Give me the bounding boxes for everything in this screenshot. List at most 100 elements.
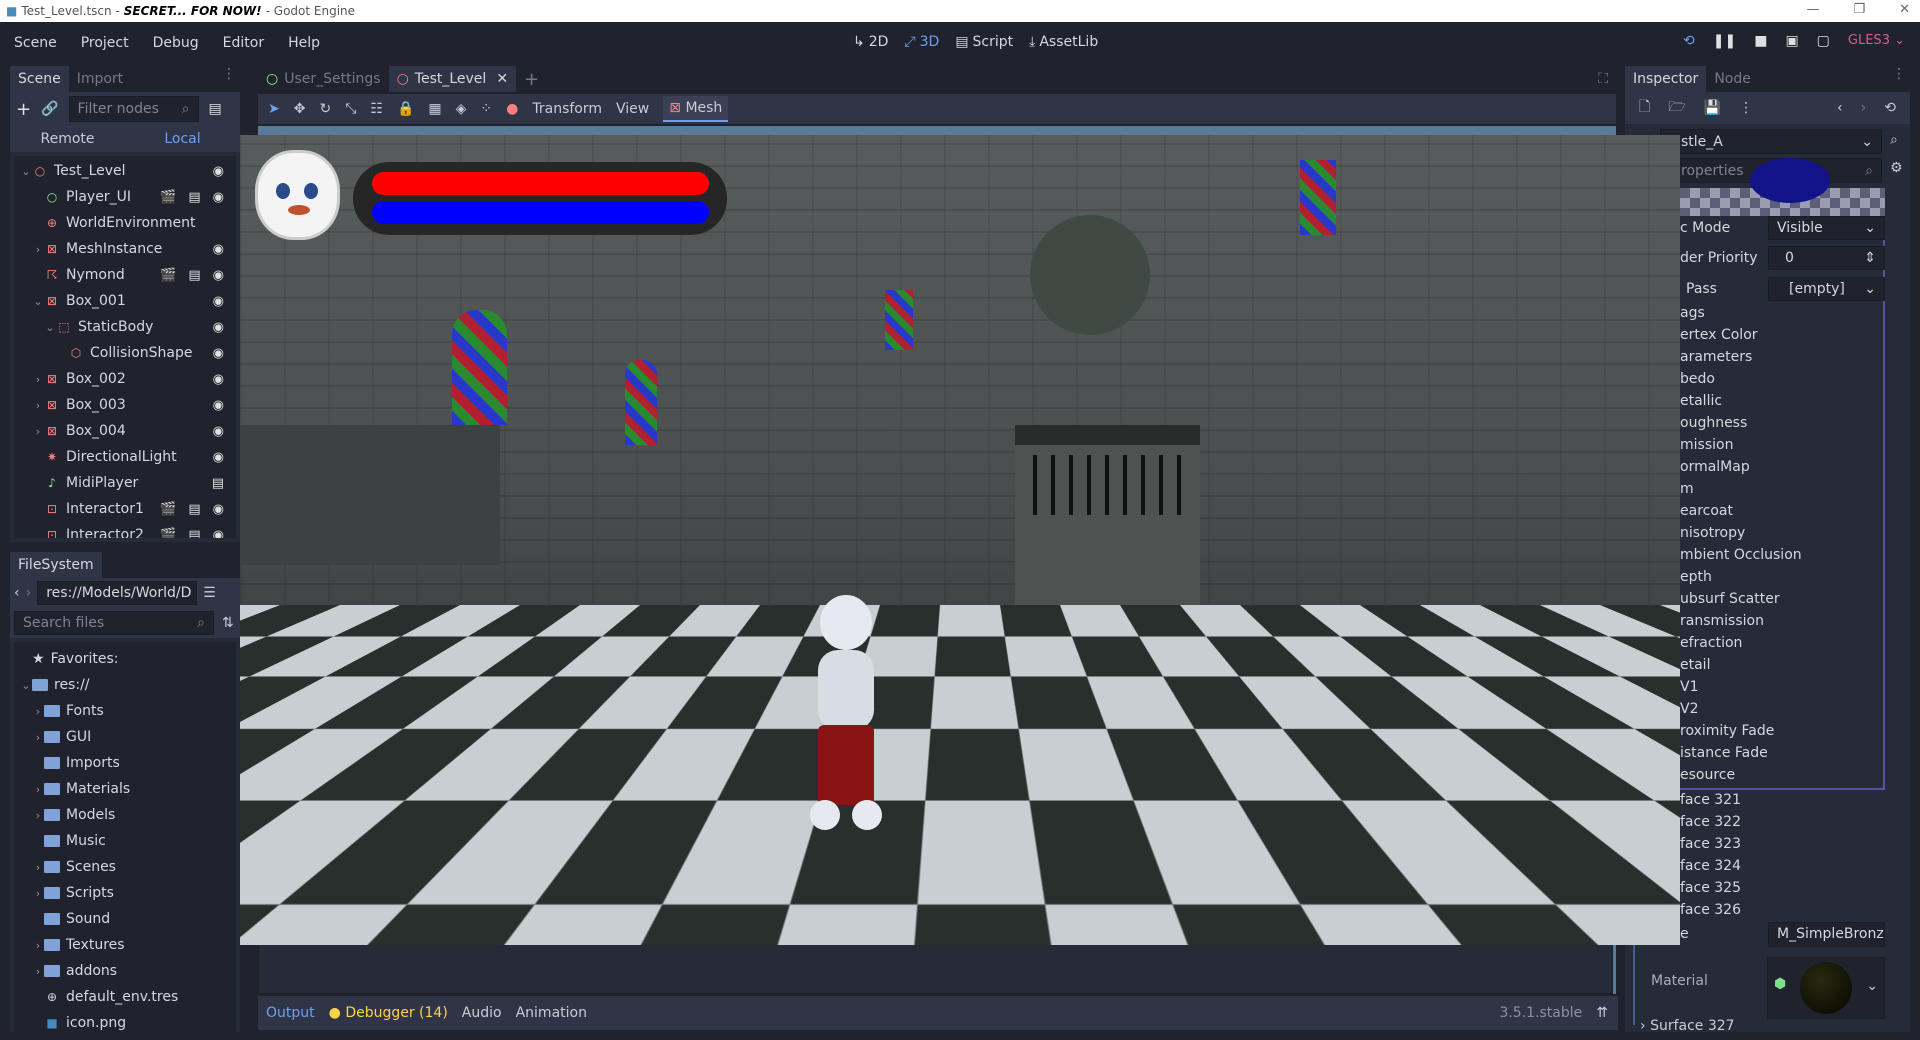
forward-button[interactable]: › <box>26 585 32 601</box>
inspector-section[interactable]: V2 <box>1680 698 1698 720</box>
filter-nodes-input[interactable]: Filter nodes ⌕ <box>68 96 199 122</box>
scene-tree-item[interactable]: ⌄ ○ Test_Level ◉ <box>14 158 236 184</box>
filesystem-item[interactable]: › Scripts <box>14 880 236 906</box>
open-scene-icon[interactable]: 🎬 <box>160 502 176 517</box>
pause-button[interactable]: ❚❚ <box>1713 33 1736 49</box>
split-mode-icon[interactable]: ☰ <box>203 585 216 601</box>
camera-override-icon[interactable]: ● <box>506 101 518 117</box>
more-options-icon[interactable]: ⋮ <box>1739 100 1753 116</box>
filesystem-item[interactable]: Music <box>14 828 236 854</box>
inspector-section[interactable]: istance Fade <box>1680 742 1768 764</box>
view-menu[interactable]: View <box>616 101 649 117</box>
surface-section[interactable]: face 325 <box>1680 877 1741 899</box>
visibility-eye-icon[interactable]: ◉ <box>213 450 224 465</box>
main-screen-3d[interactable]: ⤢ 3D <box>904 34 939 50</box>
open-scene-icon[interactable]: 🎬 <box>160 528 176 539</box>
inspector-section[interactable]: ubsurf Scatter <box>1680 588 1780 610</box>
instance-scene-button[interactable]: 🔗 <box>41 101 58 117</box>
main-screen-assetlib[interactable]: ⤓ AssetLib <box>1029 34 1098 50</box>
attach-script-button[interactable]: ▤ <box>209 101 222 117</box>
scene-tree-item[interactable]: ⬡ CollisionShape ◉ <box>14 340 236 366</box>
expand-arrow-icon[interactable]: ⌄ <box>44 321 56 334</box>
transform-menu[interactable]: Transform <box>532 101 602 117</box>
remote-tab[interactable]: Remote <box>10 131 125 147</box>
history-forward-icon[interactable]: › <box>1861 100 1867 116</box>
select-tool[interactable]: ➤ <box>268 101 280 117</box>
inspector-section[interactable]: mission <box>1680 434 1733 456</box>
filesystem-item[interactable]: › Scenes <box>14 854 236 880</box>
surface-section[interactable]: face 324 <box>1680 855 1741 877</box>
inspector-section[interactable]: roximity Fade <box>1680 720 1774 742</box>
menu-project[interactable]: Project <box>69 35 141 51</box>
scene-tree-item[interactable]: ✷ DirectionalLight ◉ <box>14 444 236 470</box>
inspector-section[interactable]: ransmission <box>1680 610 1764 632</box>
filesystem-item[interactable]: Imports <box>14 750 236 776</box>
material-picker[interactable]: ⬢ ⌄ <box>1767 957 1885 1019</box>
search-files-input[interactable]: Search files ⌕ <box>14 611 214 635</box>
filesystem-item[interactable]: › addons <box>14 958 236 984</box>
tab-output[interactable]: Output <box>266 1005 315 1021</box>
menu-help[interactable]: Help <box>276 35 332 51</box>
expand-arrow-icon[interactable]: › <box>32 809 44 822</box>
script-icon[interactable]: ▤ <box>188 528 200 539</box>
tab-test-level[interactable]: ○ Test_Level ✕ <box>388 66 517 92</box>
tab-node[interactable]: Node <box>1706 66 1759 92</box>
scene-tree-item[interactable]: › ⊠ Box_004 ◉ <box>14 418 236 444</box>
filesystem-item[interactable]: › Models <box>14 802 236 828</box>
expand-arrow-icon[interactable]: ⌄ <box>32 295 44 308</box>
inspector-section[interactable]: ertex Color <box>1680 324 1758 346</box>
tab-user-settings[interactable]: ○ User_Settings <box>258 66 389 92</box>
inspector-section[interactable]: arameters <box>1680 346 1752 368</box>
inspector-section[interactable]: efraction <box>1680 632 1742 654</box>
surface-section[interactable]: face 322 <box>1680 811 1741 833</box>
scene-tree-item[interactable]: › ⊠ Box_003 ◉ <box>14 392 236 418</box>
favorites-item[interactable]: ★ Favorites: <box>14 646 236 672</box>
visibility-eye-icon[interactable]: ◉ <box>213 398 224 413</box>
visibility-eye-icon[interactable]: ◉ <box>213 190 224 205</box>
expand-arrow-icon[interactable]: › <box>32 887 44 900</box>
sort-icon[interactable]: ⇅ <box>222 615 234 631</box>
game-window[interactable] <box>240 135 1680 945</box>
visibility-eye-icon[interactable]: ◉ <box>213 268 224 283</box>
stop-button[interactable]: ■ <box>1754 33 1767 49</box>
close-tab-icon[interactable]: ✕ <box>496 71 508 87</box>
surface-327-row[interactable]: › Surface 327 <box>1640 1018 1735 1034</box>
expand-arrow-icon[interactable]: › <box>32 861 44 874</box>
save-resource-icon[interactable]: 💾 <box>1704 100 1721 116</box>
close-button[interactable]: ✕ <box>1899 2 1910 17</box>
inspector-section[interactable]: oughness <box>1680 412 1747 434</box>
expand-arrow-icon[interactable]: › <box>32 425 44 438</box>
inspector-section[interactable]: esource <box>1680 764 1735 786</box>
play-custom-scene-button[interactable]: ▢ <box>1817 33 1830 49</box>
inspector-section[interactable]: ags <box>1680 302 1705 324</box>
reload-play-button[interactable]: ⟲ <box>1683 33 1695 49</box>
expand-arrow-icon[interactable]: › <box>32 783 44 796</box>
scene-tree-item[interactable]: ⌄ ⬚ StaticBody ◉ <box>14 314 236 340</box>
script-icon[interactable]: ▤ <box>212 476 224 491</box>
new-scene-tab-button[interactable]: + <box>516 66 547 92</box>
inspector-section[interactable]: m <box>1680 478 1694 500</box>
tab-debugger[interactable]: ● Debugger (14) <box>329 1005 448 1021</box>
visibility-eye-icon[interactable]: ◉ <box>213 294 224 309</box>
filesystem-item[interactable]: ■ icon.png <box>14 1010 236 1032</box>
tab-filesystem[interactable]: FileSystem <box>10 552 102 578</box>
visibility-eye-icon[interactable]: ◉ <box>213 320 224 335</box>
inspector-section[interactable]: earcoat <box>1680 500 1733 522</box>
menu-debug[interactable]: Debug <box>141 35 211 51</box>
scene-tree-item[interactable]: ⊡ Interactor2 🎬 ▤ ◉ <box>14 522 236 538</box>
inspector-section[interactable]: ormalMap <box>1680 456 1750 478</box>
main-screen-2d[interactable]: ↳ 2D <box>853 34 888 50</box>
history-back-icon[interactable]: ‹ <box>1837 100 1843 116</box>
move-tool[interactable]: ✥ <box>294 101 306 117</box>
filesystem-item[interactable]: › Fonts <box>14 698 236 724</box>
local-tab[interactable]: Local <box>125 131 240 147</box>
scale-tool[interactable]: ⤡ <box>345 101 356 117</box>
inspector-section[interactable]: nisotropy <box>1680 522 1745 544</box>
open-scene-icon[interactable]: 🎬 <box>160 190 176 205</box>
resource-name-field[interactable]: M_SimpleBronz <box>1768 921 1885 947</box>
inspector-section[interactable]: epth <box>1680 566 1712 588</box>
filesystem-item[interactable]: › Textures <box>14 932 236 958</box>
filesystem-item[interactable]: Sound <box>14 906 236 932</box>
filesystem-item[interactable]: ⊕ default_env.tres <box>14 984 236 1010</box>
visibility-eye-icon[interactable]: ◉ <box>213 372 224 387</box>
